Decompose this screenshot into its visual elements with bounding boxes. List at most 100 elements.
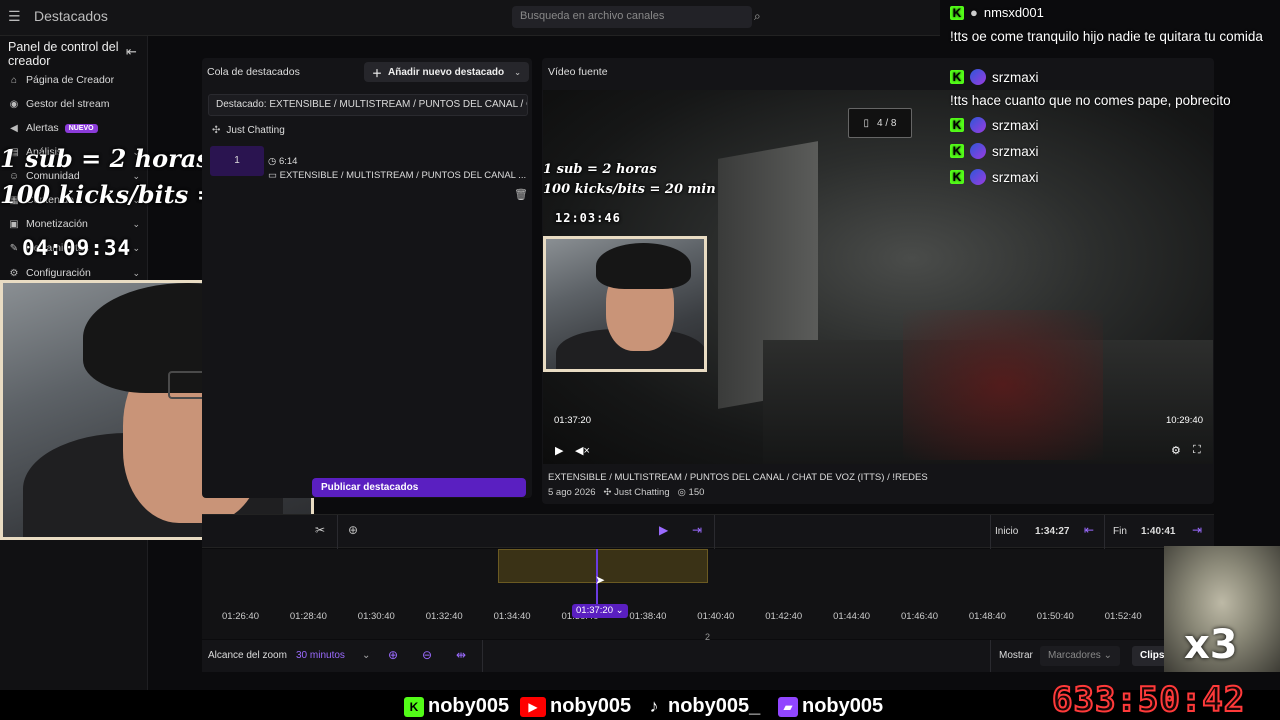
timeline-tick-label: 01:40:40 bbox=[697, 611, 735, 622]
chat-header: K ● nmsxd001 bbox=[950, 5, 1044, 20]
tiktok-handle: ♪ noby005_ bbox=[644, 695, 761, 718]
zoom-bar: Alcance del zoom 30 minutos ⌄ ⊕ ⊖ ⇹ Most… bbox=[202, 640, 1214, 672]
chat-header-user: nmsxd001 bbox=[983, 5, 1044, 20]
set-start-icon[interactable]: ⇤ bbox=[1084, 523, 1094, 537]
zoom-label: Alcance del zoom bbox=[208, 650, 287, 661]
markers-dropdown[interactable]: Marcadores ⌄ bbox=[1040, 646, 1120, 666]
kick-handle: Knoby005 bbox=[404, 695, 509, 718]
zoom-select[interactable]: 30 minutos bbox=[296, 650, 345, 661]
stream-title: EXTENSIBLE / MULTISTREAM / PUNTOS DEL CA… bbox=[548, 472, 928, 483]
sidebar-item-monetization[interactable]: ▣ Monetización ⌄ bbox=[8, 218, 140, 230]
highlight-title-field[interactable]: Destacado: EXTENSIBLE / MULTISTREAM / PU… bbox=[208, 94, 528, 116]
queue-item-number: 1 bbox=[210, 146, 264, 176]
sidebar-item-label: Página de Creador bbox=[26, 74, 115, 86]
kick-logo-icon: K bbox=[950, 70, 964, 84]
timeline-tick-label: 01:50:40 bbox=[1036, 611, 1074, 622]
category-text: Just Chatting bbox=[614, 487, 670, 498]
sidebar-item-label: Configuración bbox=[26, 267, 91, 279]
twitch-logo-icon: ▰ bbox=[778, 696, 798, 717]
category-label: Just Chatting bbox=[226, 125, 285, 136]
new-badge: NUEVO bbox=[64, 123, 98, 133]
youtube-handle-text: noby005 bbox=[550, 695, 632, 717]
timeline-tick-label: 01:28:40 bbox=[289, 611, 327, 622]
fit-icon[interactable]: ⇹ bbox=[456, 648, 466, 662]
sidebar-item-settings[interactable]: ⚙ Configuración ⌄ bbox=[8, 267, 140, 279]
cursor-icon: ➤ bbox=[595, 573, 606, 587]
chat-user-line: Ksrzmaxi bbox=[950, 69, 1039, 85]
add-highlight-button[interactable]: ＋ Añadir nuevo destacado ⌄ bbox=[364, 62, 529, 82]
end-label: Fin bbox=[1113, 526, 1127, 537]
duration-text: 6:14 bbox=[278, 156, 298, 167]
avatar bbox=[970, 143, 986, 159]
sidebar-heading: Panel de control del creador bbox=[8, 40, 119, 68]
search-input[interactable]: Busqueda en archivo canales bbox=[512, 6, 752, 28]
add-marker-icon[interactable]: ⊕ bbox=[348, 523, 358, 537]
fullscreen-icon[interactable]: ⛶ bbox=[1193, 444, 1201, 457]
kick-logo-icon: K bbox=[950, 170, 964, 184]
gamepad-icon: ✣ bbox=[603, 487, 615, 498]
page-title: Destacados bbox=[34, 8, 108, 24]
chevron-down-icon[interactable]: ⌄ bbox=[362, 650, 370, 661]
play-icon[interactable]: ▶ bbox=[555, 444, 563, 457]
stream-date: 5 ago 2026 bbox=[548, 487, 596, 498]
trash-icon[interactable]: 🗑 bbox=[514, 188, 528, 201]
money-icon: ▣ bbox=[9, 218, 19, 230]
jump-end-icon[interactable]: ⇥ bbox=[692, 523, 702, 537]
user-icon: ● bbox=[970, 5, 978, 20]
timeline-tick-label: 01:42:40 bbox=[765, 611, 803, 622]
timeline-tick-label: 01:46:40 bbox=[901, 611, 938, 622]
publish-highlights-button[interactable]: Publicar destacados bbox=[312, 478, 526, 497]
highlight-queue-panel: Cola de destacados ＋ Añadir nuevo destac… bbox=[202, 58, 532, 498]
sidebar-item-creator-page[interactable]: ⌂ Página de Creador bbox=[8, 74, 140, 86]
chat-username: srzmaxi bbox=[992, 69, 1039, 85]
volume-icon[interactable]: ◀× bbox=[575, 444, 590, 457]
gear-icon: ⚙ bbox=[9, 267, 19, 279]
video-overlay-timer: 12:03:46 bbox=[555, 211, 621, 225]
chevron-down-icon: ⌄ bbox=[132, 267, 140, 278]
kick-logo-icon: K bbox=[950, 144, 964, 158]
kick-handle-text: noby005 bbox=[428, 695, 510, 717]
collapse-sidebar-icon[interactable]: ⇤ bbox=[126, 44, 137, 60]
gear-icon[interactable]: ⚙ bbox=[1171, 444, 1181, 457]
youtube-logo-icon: ▶ bbox=[520, 696, 546, 717]
avatar bbox=[970, 169, 986, 185]
start-value[interactable]: 1:34:27 bbox=[1035, 526, 1069, 537]
sidebar-item-alerts[interactable]: ◀ Alertas NUEVO bbox=[8, 122, 140, 134]
markers-text: Marcadores bbox=[1048, 650, 1101, 661]
avatar bbox=[970, 117, 986, 133]
top-bar: ☰ Destacados Busqueda en archivo canales… bbox=[0, 0, 940, 36]
zoom-in-icon[interactable]: ⊕ bbox=[388, 648, 398, 662]
plus-icon: ＋ bbox=[372, 68, 382, 80]
timeline-track[interactable]: 01:26:40 01:28:40 01:30:40 01:32:40 01:34:40… bbox=[202, 549, 1214, 642]
zoom-out-icon[interactable]: ⊖ bbox=[422, 648, 432, 662]
twitch-handle-text: noby005 bbox=[802, 695, 884, 717]
search-icon[interactable]: ⌕ bbox=[754, 9, 761, 24]
video-panel-title: Vídeo fuente bbox=[548, 66, 608, 78]
scissors-icon[interactable]: ✂ bbox=[315, 523, 325, 537]
set-end-icon[interactable]: ⇥ bbox=[1192, 523, 1202, 537]
kick-logo-icon: K bbox=[950, 5, 964, 20]
sidebar-item-label: Gestor del stream bbox=[26, 98, 110, 110]
play-clip-icon[interactable]: ▶ bbox=[659, 523, 668, 537]
megaphone-icon: ◀ bbox=[10, 122, 18, 134]
chat-message: !tts hace cuanto que no comes pape, pobr… bbox=[950, 93, 1231, 108]
chevron-down-icon: ⌄ bbox=[132, 218, 140, 229]
video-overlay-kicks-rule: 100 kicks/bits = 20 min bbox=[543, 182, 716, 197]
multiplier-text: x3 bbox=[1184, 622, 1238, 668]
timeline-tick-label: 01:48:40 bbox=[968, 611, 1006, 622]
current-time: 01:37:20 bbox=[554, 415, 591, 426]
sidebar-item-stream-manager[interactable]: ◉ Gestor del stream bbox=[8, 98, 140, 110]
chevron-down-icon[interactable]: ⌄ bbox=[514, 68, 521, 77]
view-count: ◎ 150 bbox=[678, 487, 705, 498]
playhead-time-text: 01:37:20 bbox=[576, 605, 613, 616]
youtube-handle: ▶ noby005 bbox=[520, 695, 631, 718]
queue-item[interactable]: 1 ◷ 6:14 ▭ EXTENSIBLE / MULTISTREAM / PU… bbox=[206, 146, 528, 201]
avatar bbox=[970, 69, 986, 85]
stream-category: ✣ Just Chatting bbox=[604, 487, 670, 498]
clock-icon: ◷ bbox=[268, 156, 279, 167]
total-time: 10:29:40 bbox=[1166, 415, 1203, 426]
video-player[interactable]: ▯ 4 / 8 1 sub = 2 horas 100 kicks/bits =… bbox=[543, 90, 1213, 464]
menu-icon[interactable]: ☰ bbox=[8, 8, 21, 25]
end-value[interactable]: 1:40:41 bbox=[1141, 526, 1175, 537]
chevron-down-icon: ⌄ bbox=[132, 242, 140, 253]
